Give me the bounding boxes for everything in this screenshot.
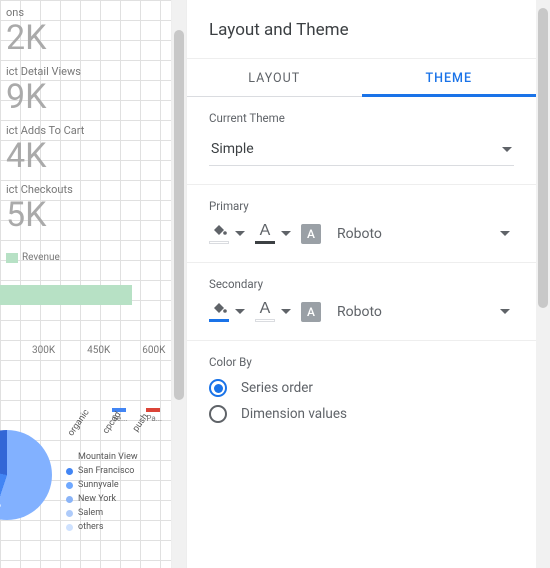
chevron-down-icon bbox=[500, 231, 510, 236]
pie-legend-item: New York bbox=[66, 492, 138, 506]
primary-font-select[interactable]: Roboto bbox=[337, 226, 514, 242]
legend-dot bbox=[66, 482, 73, 489]
section-primary: Primary A bbox=[187, 185, 536, 263]
pie-slice-label: 6.9% bbox=[0, 500, 1, 509]
section-label: Current Theme bbox=[209, 111, 514, 125]
legend-revenue: Revenue bbox=[6, 252, 60, 263]
radio-icon bbox=[209, 405, 227, 423]
pie-legend-item: Sunnyvale bbox=[66, 478, 138, 492]
legend-dot bbox=[66, 524, 73, 531]
section-color-by: Color By Series order Dimension values bbox=[187, 341, 536, 449]
radio-series-order[interactable]: Series order bbox=[209, 379, 514, 397]
axis-tick: 300K bbox=[32, 345, 55, 356]
panel-title: Layout and Theme bbox=[187, 0, 536, 58]
pie-legend: Mountain View San Francisco Sunnyvale Ne… bbox=[66, 450, 138, 534]
section-label: Color By bbox=[209, 355, 514, 369]
legend-swatch bbox=[6, 253, 18, 263]
category-label: cpcad bbox=[101, 410, 123, 436]
theme-select[interactable]: Simple bbox=[209, 135, 514, 166]
chevron-down-icon bbox=[235, 231, 245, 236]
text-a-icon: A bbox=[255, 301, 275, 317]
legend-label: Revenue bbox=[22, 252, 60, 263]
pie-legend-item: Mountain View bbox=[66, 450, 138, 464]
metric-value: 5K bbox=[6, 198, 172, 232]
metric-value: 9K bbox=[6, 80, 172, 114]
radio-label: Dimension values bbox=[241, 406, 347, 422]
chevron-down-icon bbox=[281, 231, 291, 236]
canvas-scrollbar-track[interactable] bbox=[172, 0, 186, 568]
font-badge-icon: A bbox=[301, 302, 321, 322]
axis-tick: 600K bbox=[142, 345, 165, 356]
legend-dot bbox=[66, 454, 73, 461]
legend-text: others bbox=[78, 520, 104, 534]
panel-scrollbar-track[interactable] bbox=[536, 0, 550, 568]
report-canvas-cropped: ons 2K ict Detail Views 9K ict Adds To C… bbox=[0, 0, 172, 568]
axis-ticks: 300K 450K 600K bbox=[32, 345, 172, 356]
panel-scrollbar-thumb[interactable] bbox=[538, 8, 548, 308]
section-label: Secondary bbox=[209, 277, 514, 291]
section-secondary: Secondary A bbox=[187, 263, 536, 341]
tab-theme[interactable]: THEME bbox=[362, 59, 537, 96]
primary-text-color-picker[interactable]: A bbox=[255, 223, 291, 244]
font-name: Roboto bbox=[337, 304, 382, 320]
secondary-fill-color-picker[interactable] bbox=[209, 301, 245, 322]
text-a-icon: A bbox=[255, 223, 275, 239]
radio-label: Series order bbox=[241, 380, 313, 396]
legend-dot bbox=[66, 468, 73, 475]
legend-text: New York bbox=[78, 492, 116, 506]
pie-legend-item: San Francisco bbox=[66, 464, 138, 478]
section-current-theme: Current Theme Simple bbox=[187, 97, 536, 185]
metric-value: 4K bbox=[6, 139, 172, 173]
theme-select-value: Simple bbox=[211, 141, 254, 157]
chevron-down-icon bbox=[281, 309, 291, 314]
panel-tabs: LAYOUT THEME bbox=[187, 58, 536, 97]
legend-text: Mountain View bbox=[78, 450, 138, 464]
legend-text: San Francisco bbox=[78, 464, 134, 478]
axis-tick: 450K bbox=[87, 345, 110, 356]
category-labels: organic cpcad push bbox=[64, 418, 154, 428]
legend-text: Sunnyvale bbox=[78, 478, 119, 492]
paint-bucket-icon bbox=[209, 223, 229, 239]
tab-layout[interactable]: LAYOUT bbox=[187, 59, 362, 96]
chevron-down-icon bbox=[500, 309, 510, 314]
chevron-down-icon bbox=[235, 309, 245, 314]
layout-and-theme-panel: Layout and Theme LAYOUT THEME Current Th… bbox=[186, 0, 536, 568]
pie-legend-item: others bbox=[66, 520, 138, 534]
secondary-text-color-picker[interactable]: A bbox=[255, 301, 291, 322]
canvas-scrollbar-thumb[interactable] bbox=[174, 30, 184, 400]
bar-chart-bar bbox=[0, 285, 132, 305]
category-label: organic bbox=[66, 408, 91, 438]
font-badge-icon: A bbox=[301, 224, 321, 244]
legend-dot bbox=[66, 496, 73, 503]
legend-text: Salem bbox=[78, 506, 103, 520]
section-label: Primary bbox=[209, 199, 514, 213]
pie-legend-item: Salem bbox=[66, 506, 138, 520]
legend-dot bbox=[66, 510, 73, 517]
paint-bucket-icon bbox=[209, 301, 229, 317]
primary-fill-color-picker[interactable] bbox=[209, 223, 245, 244]
radio-icon bbox=[209, 379, 227, 397]
pie-chart: 7.6% 6.9% bbox=[0, 430, 52, 520]
secondary-font-select[interactable]: Roboto bbox=[337, 304, 514, 320]
radio-dimension-values[interactable]: Dimension values bbox=[209, 405, 514, 423]
chevron-down-icon bbox=[502, 147, 512, 152]
font-name: Roboto bbox=[337, 226, 382, 242]
metric-value: 2K bbox=[6, 21, 172, 55]
